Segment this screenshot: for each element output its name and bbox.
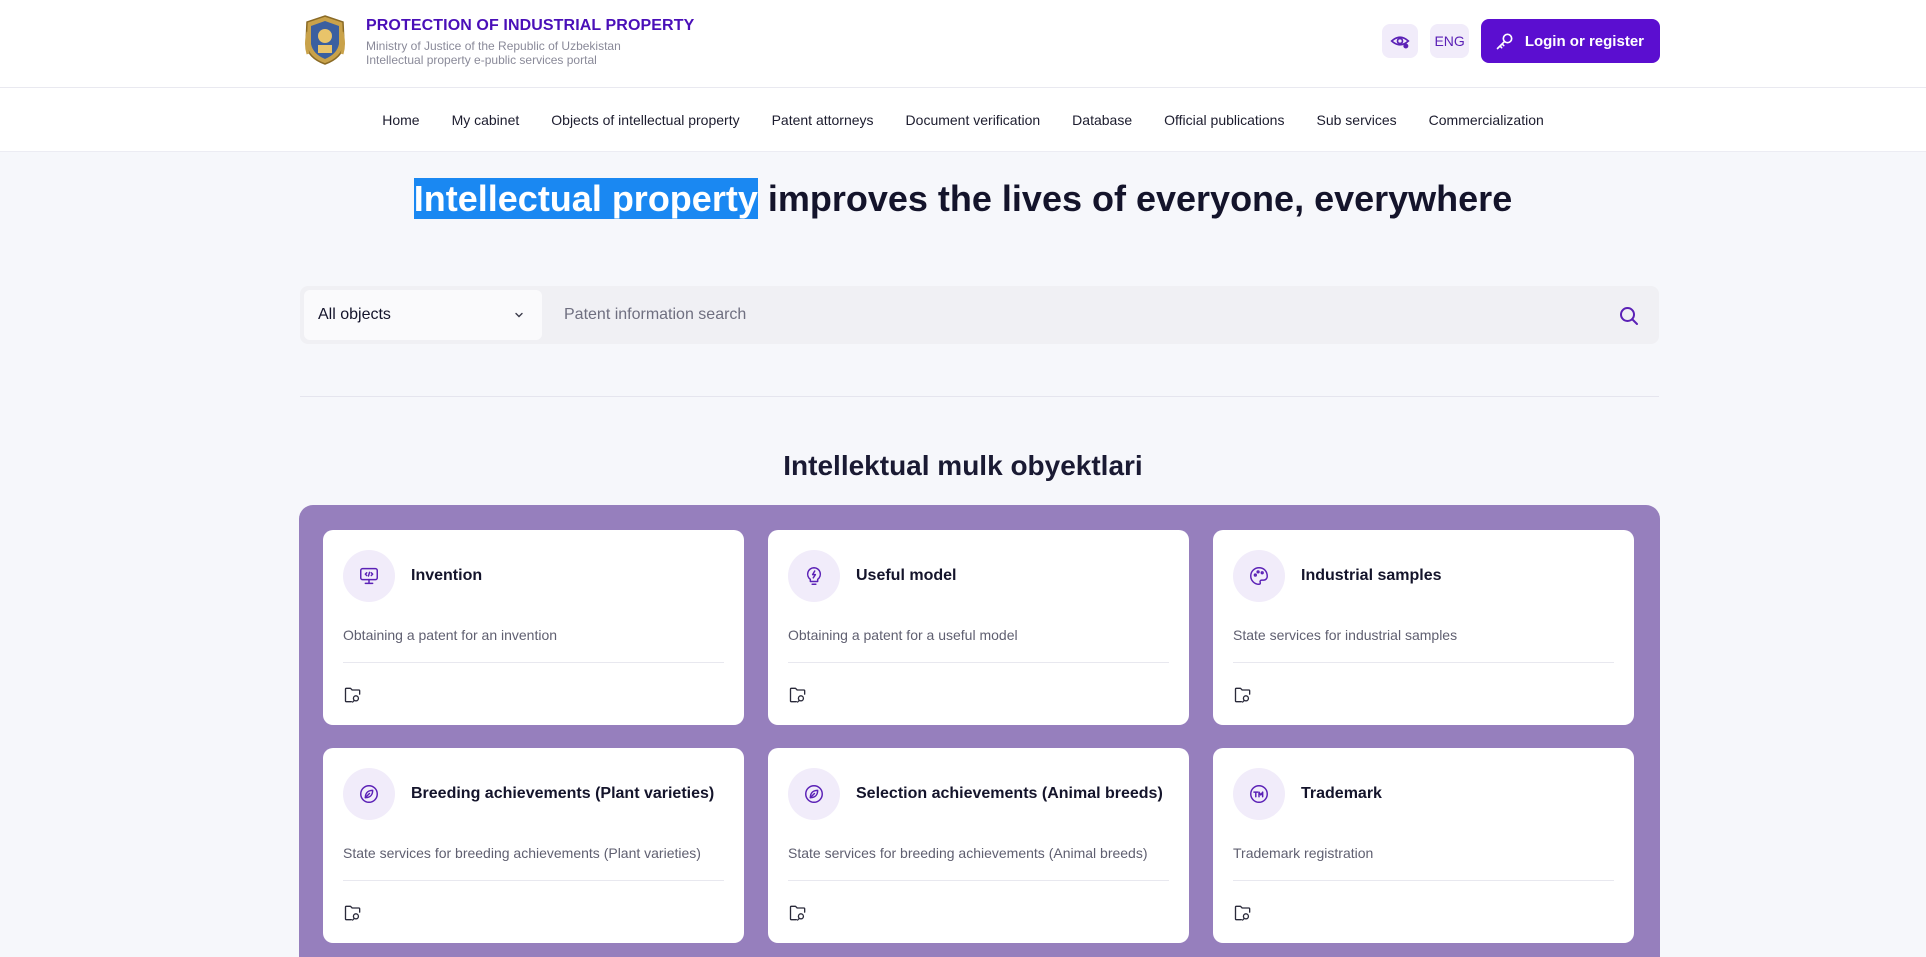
trademark-icon (1250, 785, 1268, 803)
card-divider (343, 880, 724, 881)
folder-search-icon[interactable] (343, 685, 363, 705)
login-button[interactable]: Login or register (1480, 19, 1660, 63)
monitor-code-icon (360, 567, 378, 585)
site-header: PROTECTION OF INDUSTRIAL PROPERTY Minist… (0, 0, 1926, 88)
search-icon[interactable] (1617, 304, 1641, 328)
nav-item-database[interactable]: Database (1072, 112, 1132, 128)
folder-search-icon[interactable] (1233, 685, 1253, 705)
key-icon (1496, 33, 1513, 50)
patent-search-bar: All objects (300, 286, 1659, 344)
card-invention[interactable]: Invention Obtaining a patent for an inve… (323, 530, 744, 725)
nav-item-home[interactable]: Home (382, 112, 419, 128)
card-breeding-plants[interactable]: Breeding achievements (Plant varieties) … (323, 748, 744, 943)
object-type-select-value: All objects (318, 306, 391, 323)
brand-subtitle-portal: Intellectual property e-public services … (366, 53, 597, 67)
folder-search-icon[interactable] (788, 685, 808, 705)
card-title: Trademark (1301, 785, 1382, 802)
card-icon-wrap (788, 550, 840, 602)
leaf-icon (360, 785, 378, 803)
card-divider (1233, 880, 1614, 881)
accessibility-button[interactable] (1382, 24, 1419, 58)
brand-title: PROTECTION OF INDUSTRIAL PROPERTY (366, 17, 695, 34)
palette-icon (1250, 567, 1268, 585)
ip-objects-panel: Invention Obtaining a patent for an inve… (299, 505, 1660, 957)
folder-search-icon[interactable] (1233, 903, 1253, 923)
card-description: Trademark registration (1233, 845, 1374, 861)
chevron-down-icon (515, 312, 523, 318)
nav-item-document-verification[interactable]: Document verification (906, 112, 1041, 128)
card-title: Selection achievements (Animal breeds) (856, 785, 1163, 802)
brand[interactable]: PROTECTION OF INDUSTRIAL PROPERTY Minist… (302, 14, 694, 67)
card-title: Breeding achievements (Plant varieties) (411, 785, 715, 802)
card-icon-wrap (1233, 768, 1285, 820)
bulb-bolt-icon (806, 567, 822, 585)
folder-search-icon[interactable] (343, 903, 363, 923)
nav-item-sub-services[interactable]: Sub services (1316, 112, 1396, 128)
nav-item-objects[interactable]: Objects of intellectual property (551, 112, 739, 128)
card-divider (1233, 662, 1614, 663)
leaf-icon (805, 785, 823, 803)
hero-title-highlight: Intellectual property (413, 178, 758, 219)
card-useful-model[interactable]: Useful model Obtaining a patent for a us… (768, 530, 1189, 725)
login-button-label: Login or register (1524, 32, 1644, 50)
card-description: State services for breeding achievements… (343, 845, 701, 861)
card-icon-wrap (343, 550, 395, 602)
language-switcher[interactable]: ENG (1430, 24, 1469, 58)
card-divider (788, 880, 1169, 881)
eye-settings-icon (1390, 36, 1411, 49)
card-description: State services for industrial samples (1233, 627, 1458, 643)
object-type-select[interactable]: All objects (304, 290, 542, 340)
card-title: Industrial samples (1301, 567, 1442, 584)
folder-search-icon[interactable] (788, 903, 808, 923)
nav-item-official-publications[interactable]: Official publications (1164, 112, 1284, 128)
ministry-emblem-icon (305, 15, 345, 65)
hero-title-rest: improves the lives of everyone, everywhe… (757, 178, 1513, 219)
card-industrial-samples[interactable]: Industrial samples State services for in… (1213, 530, 1634, 725)
card-description: Obtaining a patent for a useful model (788, 627, 1018, 643)
card-selection-animals[interactable]: Selection achievements (Animal breeds) S… (768, 748, 1189, 943)
card-divider (788, 662, 1169, 663)
hero-title: Intellectual property improves the lives… (0, 178, 1926, 220)
card-icon-wrap (343, 768, 395, 820)
brand-subtitle-ministry: Ministry of Justice of the Republic of U… (366, 39, 621, 53)
card-title: Invention (411, 567, 483, 584)
card-trademark[interactable]: Trademark Trademark registration (1213, 748, 1634, 943)
card-description: State services for breeding achievements… (788, 845, 1148, 861)
section-title: Intellektual mulk obyektlari (783, 450, 1143, 481)
card-icon-wrap (788, 768, 840, 820)
nav-item-patent-attorneys[interactable]: Patent attorneys (772, 112, 874, 128)
card-title: Useful model (856, 567, 957, 584)
main-nav: Home My cabinet Objects of intellectual … (0, 88, 1926, 152)
nav-item-commercialization[interactable]: Commercialization (1429, 112, 1544, 128)
card-divider (343, 662, 724, 663)
card-icon-wrap (1233, 550, 1285, 602)
nav-item-my-cabinet[interactable]: My cabinet (452, 112, 520, 128)
section-divider (300, 396, 1659, 397)
card-description: Obtaining a patent for an invention (343, 627, 558, 643)
patent-search-input[interactable] (548, 290, 1588, 340)
